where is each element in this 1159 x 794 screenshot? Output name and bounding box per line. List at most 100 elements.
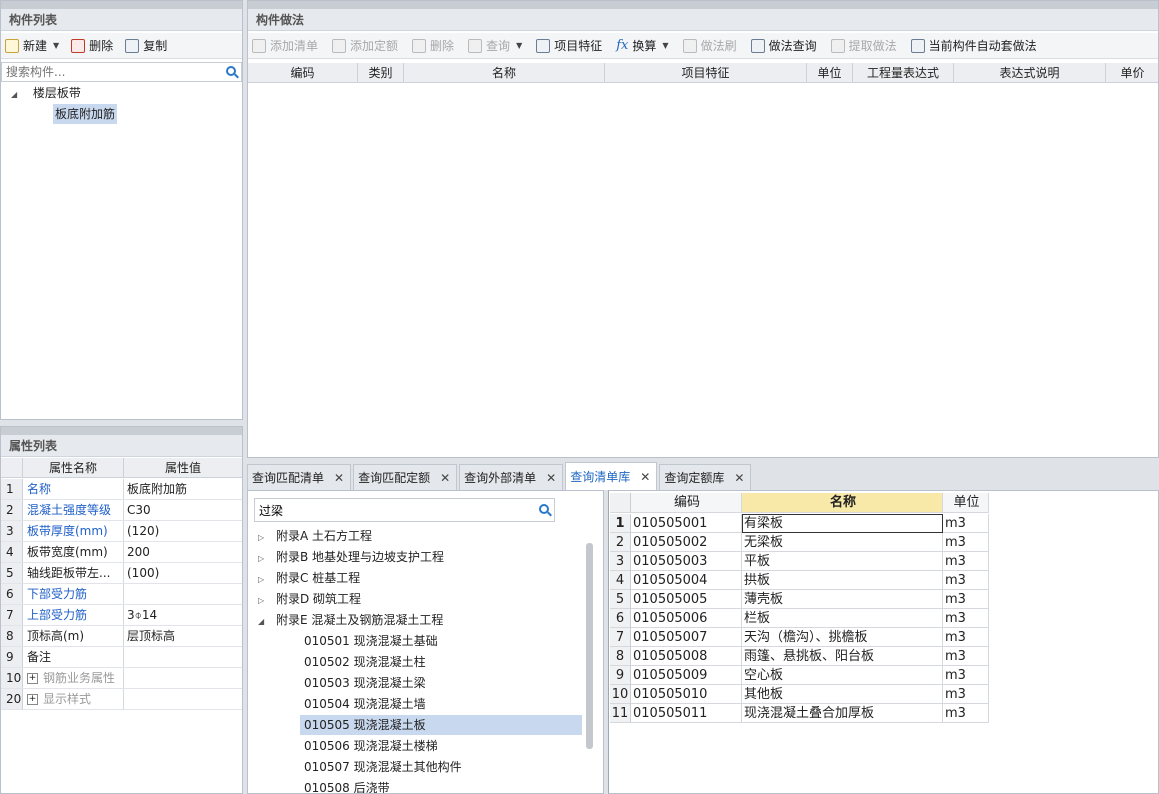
dropdown-arrow-icon[interactable]: ▼ [516,41,522,50]
result-row-number[interactable]: 5 [610,590,631,609]
method-query-button[interactable]: 做法查询 [750,37,817,54]
method-brush-button[interactable]: 做法刷 [682,37,737,54]
result-cell-code[interactable]: 010505002 [631,533,742,552]
component-search-input[interactable] [2,63,241,81]
library-search-input[interactable] [255,499,554,521]
query-button[interactable]: 查询 ▼ [468,37,522,54]
property-value[interactable]: (120) [124,521,242,541]
query-tab[interactable]: 查询清单库 ✕ [565,462,658,490]
result-cell-unit[interactable]: m3 [943,666,989,685]
property-value[interactable] [124,689,242,709]
query-tab[interactable]: 查询匹配定额 ✕ [353,464,458,490]
result-cell-unit[interactable]: m3 [943,647,989,666]
result-row-number[interactable]: 9 [610,666,631,685]
method-column-header[interactable]: 项目特征 [605,63,807,82]
result-cell-unit[interactable]: m3 [943,514,989,533]
result-cell-name[interactable]: 有梁板 [742,514,943,533]
result-cell-name[interactable]: 现浇混凝土叠合加厚板 [742,704,943,723]
result-cell-unit[interactable]: m3 [943,685,989,704]
method-column-header[interactable]: 类别 [358,63,404,82]
result-cell-unit[interactable]: m3 [943,533,989,552]
search-icon[interactable] [539,504,549,514]
result-cell-unit[interactable]: m3 [943,628,989,647]
result-cell-unit[interactable]: m3 [943,590,989,609]
chapter-tree-scrollbar[interactable] [586,543,593,749]
result-cell-code[interactable]: 010505010 [631,685,742,704]
property-row[interactable]: 7 上部受力筋 3⌽14 [1,605,242,626]
add-quota-button[interactable]: 添加定额 [332,37,398,54]
result-row-number[interactable]: 7 [610,628,631,647]
dropdown-arrow-icon[interactable]: ▼ [53,41,59,50]
property-value[interactable] [124,647,242,667]
add-list-button[interactable]: 添加清单 [252,37,318,54]
property-row[interactable]: 6 下部受力筋 [1,584,242,605]
method-column-header[interactable]: 表达式说明 [954,63,1106,82]
result-row-number[interactable]: 11 [610,704,631,723]
delete-button[interactable]: 删除 [71,37,113,54]
result-cell-name[interactable]: 薄壳板 [742,590,943,609]
result-cell-code[interactable]: 010505006 [631,609,742,628]
expand-triangle-icon[interactable]: ◢ [11,85,23,105]
property-value[interactable]: 层顶标高 [124,626,242,646]
result-cell-unit[interactable]: m3 [943,571,989,590]
property-value[interactable]: 200 [124,542,242,562]
property-value[interactable] [124,668,242,688]
section-node[interactable]: 010504 现浇混凝土墙 [300,694,582,714]
result-cell-name[interactable]: 空心板 [742,666,943,685]
result-cell-name[interactable]: 天沟（檐沟）、挑檐板 [742,628,943,647]
property-row[interactable]: 10 + 钢筋业务属性 [1,668,242,689]
section-node[interactable]: 010508 后浇带 [300,778,582,793]
section-node[interactable]: 010506 现浇混凝土楼梯 [300,736,582,756]
expand-triangle-icon[interactable]: ▷ [258,591,270,611]
item-features-button[interactable]: 项目特征 [536,37,602,54]
result-row-number[interactable]: 6 [610,609,631,628]
chapter-node[interactable]: ▷ 附录D 砌筑工程 [258,589,361,609]
dropdown-arrow-icon[interactable]: ▼ [662,41,668,50]
result-cell-unit[interactable]: m3 [943,552,989,571]
close-icon[interactable]: ✕ [546,471,556,485]
property-row[interactable]: 3 板带厚度(mm) (120) [1,521,242,542]
delete-method-button[interactable]: 删除 [412,37,454,54]
property-value[interactable] [124,584,242,604]
expand-triangle-icon[interactable]: ▷ [258,528,270,548]
section-node[interactable]: 010502 现浇混凝土柱 [300,652,582,672]
expand-triangle-icon[interactable]: ▷ [258,549,270,569]
result-cell-unit[interactable]: m3 [943,704,989,723]
property-row[interactable]: 8 顶标高(m) 层顶标高 [1,626,242,647]
result-cell-name[interactable]: 无梁板 [742,533,943,552]
tree-node-floor-strip[interactable]: ◢ 楼层板带 [11,83,81,103]
property-value[interactable]: C30 [124,500,242,520]
result-cell-code[interactable]: 010505007 [631,628,742,647]
copy-button[interactable]: 复制 [125,37,167,54]
method-column-header[interactable]: 名称 [404,63,605,82]
result-cell-code[interactable]: 010505011 [631,704,742,723]
property-row[interactable]: 4 板带宽度(mm) 200 [1,542,242,563]
method-column-header[interactable]: 编码 [248,63,358,82]
results-column-header[interactable]: 编码 [631,493,742,513]
chapter-node[interactable]: ▷ 附录C 桩基工程 [258,568,360,588]
result-row-number[interactable]: 4 [610,571,631,590]
result-cell-code[interactable]: 010505001 [631,514,742,533]
close-icon[interactable]: ✕ [334,471,344,485]
chapter-node[interactable]: ▷ 附录B 地基处理与边坡支护工程 [258,547,444,567]
expand-plus-icon[interactable]: + [27,694,38,705]
result-row-number[interactable]: 8 [610,647,631,666]
extract-method-button[interactable]: 提取做法 [830,37,897,54]
tree-node-bottom-rebar[interactable]: 板底附加筋 [53,104,118,124]
result-row-number[interactable]: 3 [610,552,631,571]
result-cell-code[interactable]: 010505009 [631,666,742,685]
property-value[interactable]: 3⌽14 [124,605,242,625]
result-cell-code[interactable]: 010505003 [631,552,742,571]
query-tab[interactable]: 查询外部清单 ✕ [459,464,564,490]
result-cell-name[interactable]: 其他板 [742,685,943,704]
results-column-header[interactable]: 名称 [742,493,943,513]
result-cell-name[interactable]: 雨篷、悬挑板、阳台板 [742,647,943,666]
convert-button[interactable]: fx 换算 ▼ [616,37,668,54]
result-row-number[interactable]: 1 [610,514,631,533]
query-tab[interactable]: 查询匹配清单 ✕ [247,464,352,490]
search-icon[interactable] [226,66,236,76]
section-node[interactable]: 010505 现浇混凝土板 [300,715,582,735]
chapter-node[interactable]: ◢ 附录E 混凝土及钢筋混凝土工程 [258,610,443,630]
result-row-number[interactable]: 2 [610,533,631,552]
method-column-header[interactable]: 单位 [807,63,853,82]
